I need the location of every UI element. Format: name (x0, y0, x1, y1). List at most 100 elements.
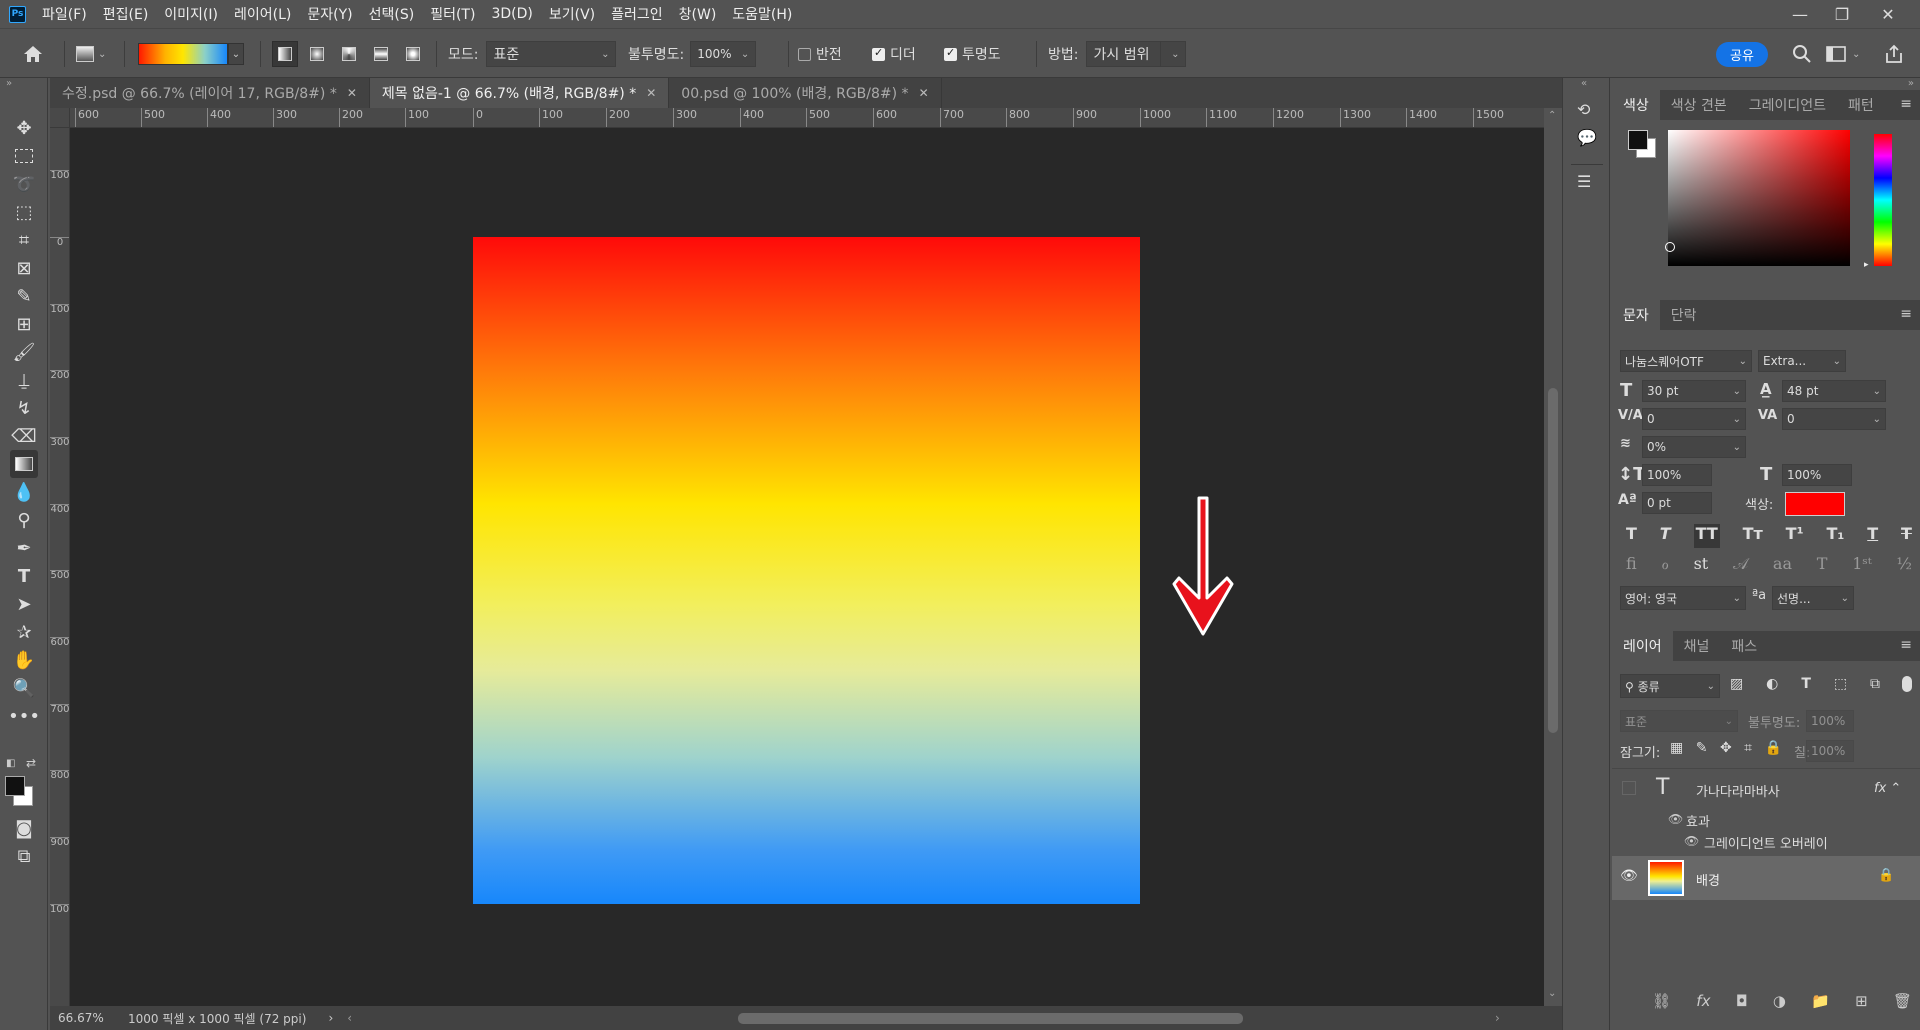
subscript-icon[interactable]: T₁ (1826, 524, 1844, 548)
comments-icon[interactable]: 💬 (1577, 128, 1597, 147)
dodge-tool-icon[interactable]: ⚲ (10, 506, 38, 534)
tab-patterns[interactable]: 패턴 (1837, 90, 1885, 120)
scroll-right-icon[interactable]: › (1495, 1011, 1500, 1025)
menu-type[interactable]: 문자(Y) (299, 4, 360, 24)
path-select-icon[interactable]: ➤ (10, 590, 38, 618)
text-color-swatch[interactable] (1785, 492, 1845, 516)
layer-row-background[interactable]: 👁 배경 🔒 (1612, 856, 1920, 900)
hand-tool-icon[interactable]: ✋ (10, 646, 38, 674)
tab-document-1[interactable]: 수정.psd @ 66.7% (레이어 17, RGB/8#) * ✕ (50, 78, 370, 108)
healing-brush-icon[interactable]: ⊞ (10, 310, 38, 338)
layer-row-text[interactable]: T 가나다라마바사 fx ⌃ (1612, 768, 1920, 808)
tab-color[interactable]: 색상 (1612, 90, 1660, 120)
tab-layers[interactable]: 레이어 (1612, 631, 1673, 661)
filter-smart-object-icon[interactable]: ⧉ (1870, 676, 1880, 692)
titling-alternates-icon[interactable]: T (1817, 554, 1828, 578)
new-adjustment-icon[interactable]: ◑ (1773, 992, 1786, 1010)
eyedropper-tool-icon[interactable]: ✎ (10, 282, 38, 310)
lock-image-icon[interactable]: ✎ (1696, 740, 1708, 756)
pen-tool-icon[interactable]: ✒ (10, 534, 38, 562)
lasso-tool-icon[interactable]: ➰ (10, 170, 38, 198)
status-menu-icon[interactable]: › (328, 1011, 333, 1025)
document-canvas[interactable] (473, 237, 1140, 904)
more-tools-icon[interactable]: ••• (8, 702, 40, 730)
menu-select[interactable]: 선택(S) (361, 4, 423, 24)
stylistic-alternates-icon[interactable]: aa (1773, 554, 1792, 578)
blur-tool-icon[interactable]: 💧 (10, 478, 38, 506)
ruler-origin[interactable] (50, 108, 70, 128)
collapse-icon[interactable]: « (1581, 78, 1587, 89)
baseline-shift-input[interactable]: 0 pt (1642, 492, 1712, 514)
dither-checkbox[interactable]: 디더 (872, 29, 916, 79)
marquee-tool-icon[interactable] (10, 142, 38, 170)
faux-bold-icon[interactable]: T (1626, 524, 1637, 548)
visibility-toggle-off[interactable] (1622, 781, 1636, 795)
hue-slider[interactable] (1874, 134, 1892, 266)
object-select-tool-icon[interactable]: ⬚ (10, 198, 38, 226)
menu-view[interactable]: 보기(V) (541, 4, 603, 24)
move-tool-icon[interactable]: ✥ (10, 114, 38, 142)
leading-input[interactable]: 48 pt ⌄ (1782, 380, 1886, 402)
filter-type-icon[interactable]: T (1801, 676, 1811, 692)
menu-window[interactable]: 창(W) (671, 4, 725, 24)
scroll-down-icon[interactable]: ⌄ (1548, 988, 1556, 999)
foreground-color-swatch[interactable] (5, 776, 25, 796)
tsume-input[interactable]: 0% ⌄ (1642, 436, 1746, 458)
transparency-checkbox[interactable]: 투명도 (944, 29, 1001, 79)
swap-colors-icon[interactable]: ⇄ (26, 756, 36, 770)
close-icon[interactable]: ✕ (919, 86, 929, 100)
menu-help[interactable]: 도움말(H) (724, 4, 800, 24)
close-icon[interactable]: ✕ (347, 86, 357, 100)
adjustments-icon[interactable]: ☰ (1577, 172, 1591, 191)
tool-preset-picker[interactable]: ⌄ (76, 29, 106, 79)
kerning-input[interactable]: 0 ⌄ (1642, 408, 1746, 430)
new-group-icon[interactable]: 📁 (1811, 992, 1830, 1010)
vertical-ruler[interactable]: 100 0 100 200 300 400 500 600 700 800 90… (50, 128, 70, 1006)
tab-paragraph[interactable]: 단락 (1660, 300, 1708, 330)
superscript-icon[interactable]: T¹ (1786, 524, 1804, 548)
default-colors-icon[interactable]: ◧ (6, 758, 15, 769)
menu-image[interactable]: 이미지(I) (156, 4, 226, 24)
fractions-icon[interactable]: ½ (1896, 554, 1912, 578)
stamp-tool-icon[interactable]: ⍊ (10, 366, 38, 394)
menu-edit[interactable]: 편집(E) (95, 4, 157, 24)
hue-slider-marker-icon[interactable]: ▸ (1864, 260, 1869, 270)
delete-layer-icon[interactable]: 🗑 (1893, 992, 1912, 1010)
layer-name[interactable]: 배경 (1696, 870, 1720, 889)
zoom-level[interactable]: 66.67% (58, 1011, 108, 1025)
share-export-icon[interactable] (1884, 29, 1904, 79)
vertical-scrollbar[interactable]: ⌃ ⌄ (1544, 108, 1562, 1006)
search-icon[interactable] (1792, 29, 1812, 79)
gradient-picker[interactable]: ⌄ (138, 29, 244, 79)
collapse-icon[interactable]: » (6, 78, 12, 89)
angle-gradient-button[interactable] (336, 41, 362, 67)
diamond-gradient-button[interactable] (400, 41, 426, 67)
foreground-color-swatch[interactable] (1628, 130, 1648, 150)
tab-swatches[interactable]: 색상 견본 (1660, 90, 1738, 120)
add-style-icon[interactable]: fx (1696, 992, 1710, 1010)
ligatures-icon[interactable]: fi (1626, 554, 1637, 578)
horizontal-scroll-thumb[interactable] (738, 1013, 1243, 1024)
collapse-icon[interactable]: » (1908, 78, 1914, 89)
menu-3d[interactable]: 3D(D) (483, 6, 540, 22)
panel-menu-icon[interactable]: ≡ (1900, 306, 1912, 322)
zoom-tool-icon[interactable]: 🔍 (10, 674, 38, 702)
history-brush-icon[interactable]: ↯ (10, 394, 38, 422)
history-icon[interactable]: ⟲ (1577, 100, 1590, 119)
filter-shape-icon[interactable]: ⬚ (1834, 676, 1847, 692)
gradient-tool-icon[interactable] (10, 450, 38, 478)
menu-layer[interactable]: 레이어(L) (226, 4, 299, 24)
horizontal-scale-input[interactable]: 100% (1782, 464, 1852, 486)
menu-filter[interactable]: 필터(T) (422, 4, 483, 24)
vertical-scale-input[interactable]: 100% (1642, 464, 1712, 486)
eye-icon[interactable]: 👁 (1684, 834, 1699, 848)
restore-icon[interactable]: ❐ (1822, 0, 1862, 28)
link-layers-icon[interactable]: ⛓ (1652, 992, 1671, 1010)
vertical-scroll-thumb[interactable] (1548, 388, 1558, 733)
minimize-icon[interactable]: — (1780, 0, 1820, 28)
layer-fx-icon[interactable]: fx ⌃ (1874, 781, 1901, 796)
strikethrough-icon[interactable]: T (1901, 524, 1912, 548)
lock-all-icon[interactable]: 🔒 (1765, 740, 1782, 756)
tab-character[interactable]: 문자 (1612, 300, 1660, 330)
crop-tool-icon[interactable]: ⌗ (10, 226, 38, 254)
